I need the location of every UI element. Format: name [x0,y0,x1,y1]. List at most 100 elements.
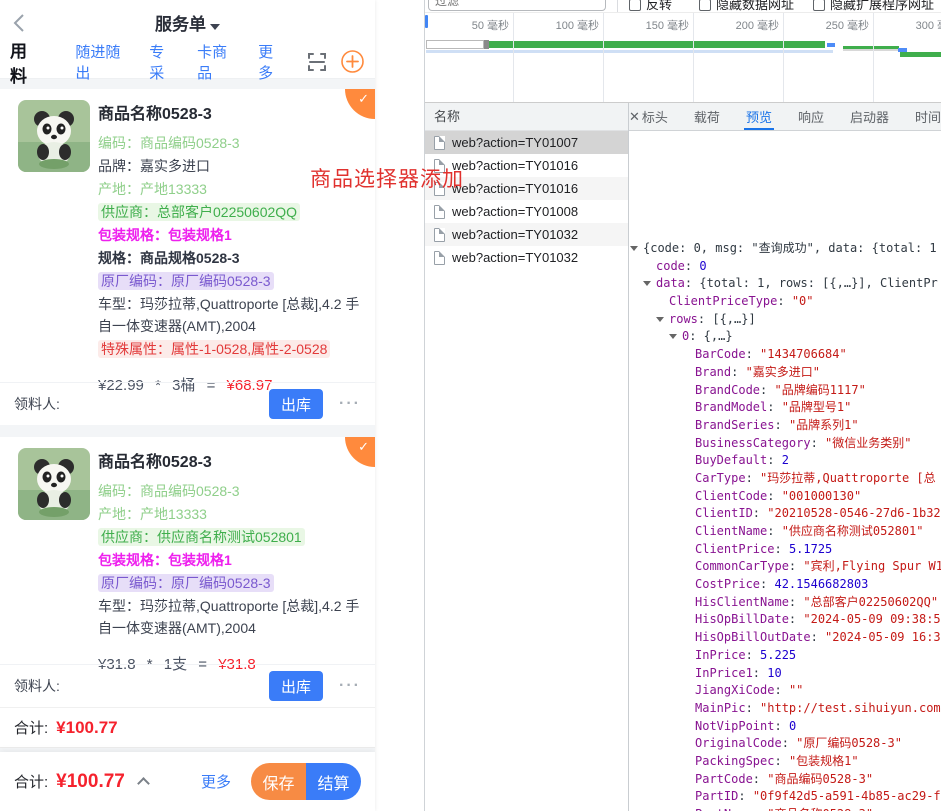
json-value: 5.1725 [789,542,832,556]
name-column-header[interactable]: 名称 [425,103,628,131]
network-request-list: 名称 web?action=TY01007web?action=TY01016w… [425,103,629,811]
json-line: CostPrice: 42.1546682803 [629,576,941,594]
subtotal-value: ¥100.77 [56,718,117,738]
request-name: web?action=TY01032 [452,227,578,242]
nav-item-material[interactable]: 用料 [10,37,39,87]
json-line: CarType: "玛莎拉蒂,Quattroporte [总 [629,470,941,488]
json-key: InPrice1 [695,666,753,680]
detail-tab-响应[interactable]: 响应 [796,103,826,130]
json-line: BarCode: "1434706684" [629,346,941,364]
toolbar-checkbox-item[interactable]: 反转 [629,0,672,13]
detail-tab-时间[interactable]: 时间 [913,103,941,130]
network-request-row[interactable]: web?action=TY01032 [425,246,628,269]
json-line: BrandSeries: "品牌系列1" [629,417,941,435]
json-key: BuyDefault [695,453,767,467]
json-value: "商品编码0528-3" [767,772,873,786]
toolbar-checkbox-item[interactable]: 隐藏数据网址 [699,0,794,13]
document-icon [434,228,445,242]
subtotal-row: 合计: ¥100.77 [0,707,375,748]
json-value: : [746,471,760,485]
json-value: : [811,630,825,644]
settle-button[interactable]: 结算 [306,763,361,800]
network-request-row[interactable]: web?action=TY01032 [425,223,628,246]
json-value: 5.225 [760,648,796,662]
json-value: : [731,365,745,379]
devtools-panel: 反转隐藏数据网址隐藏扩展程序网址 50 毫秒100 毫秒150 毫秒200 毫秒… [424,0,941,811]
filter-input[interactable] [428,0,606,11]
timeline-gridline [873,13,874,103]
json-value: "20210528-0546-27d6-1b32- [767,506,941,520]
json-value: : [782,736,796,750]
json-key: HisOpBillDate [695,612,789,626]
request-name: web?action=TY01008 [452,204,578,219]
json-value: "嘉实多进口" [746,365,820,379]
detail-tab-标头[interactable]: 标头 [640,103,670,130]
network-request-row[interactable]: web?action=TY01008 [425,200,628,223]
more-link[interactable]: 更多 [201,771,231,792]
json-value: : [774,418,788,432]
subtotal-label: 合计: [14,717,48,738]
json-value: 0 [699,259,706,273]
collapse-chevron-icon[interactable] [137,777,150,790]
outbound-button[interactable]: 出库 [269,671,323,701]
waterfall-gray-thin [843,49,899,51]
product-field: 原厂编码：原厂编码0528-3 [98,572,365,594]
json-key: ClientPrice [695,542,774,556]
json-value: : [{,…}] [698,312,756,326]
json-value: "原厂编码0528-3" [796,736,902,750]
json-line: PartID: "0f9f42d5-a591-4b85-ac29-f [629,788,941,806]
screen: 服务单 用料 随进随出 专采 卡商品 更多 [0,0,941,811]
checkbox-icon[interactable] [813,0,825,11]
json-key: CommonCarType [695,559,789,573]
disclosure-triangle-icon[interactable] [630,246,638,251]
detail-tab-载荷[interactable]: 载荷 [692,103,722,130]
product-title: 商品名称0528-3 [98,448,365,472]
more-actions-icon[interactable]: ··· [339,395,361,413]
json-line: BuyDefault: 2 [629,452,941,470]
checkbox-icon[interactable] [699,0,711,11]
json-line: InPrice: 5.225 [629,647,941,665]
disclosure-triangle-icon[interactable] [643,281,651,286]
detail-tab-预览[interactable]: 预览 [744,103,774,130]
json-value: : [767,400,781,414]
more-actions-icon[interactable]: ··· [339,677,361,695]
page-title[interactable]: 服务单 [155,15,206,34]
nav-link-2[interactable]: 卡商品 [197,41,236,83]
json-value: : [767,453,781,467]
json-line: BrandCode: "品牌编码1117" [629,382,941,400]
disclosure-triangle-icon[interactable] [656,317,664,322]
product-image[interactable] [18,100,90,172]
json-line: HisClientName: "总部客户02250602QQ" [629,594,941,612]
timeline-tick-label: 200 毫秒 [699,17,779,33]
json-value: : [753,807,767,811]
json-line: data: {total: 1, rows: [{,…}], ClientPr [629,275,941,293]
json-value: : [774,719,788,733]
json-key: PartName [695,807,753,811]
network-request-row[interactable]: web?action=TY01007 [425,131,628,154]
close-icon[interactable]: ✕ [629,103,640,130]
save-button[interactable]: 保存 [251,763,306,800]
nav-link-1[interactable]: 专采 [149,41,175,83]
detail-tab-启动器[interactable]: 启动器 [848,103,891,130]
json-line: PackingSpec: "包装规格1" [629,753,941,771]
nav-link-0[interactable]: 随进随出 [75,41,127,83]
json-line: ClientPrice: 5.1725 [629,541,941,559]
product-image[interactable] [18,448,90,520]
network-filter-toolbar: 反转 隐藏数据网址 隐藏扩展程序网址 [425,0,941,13]
product-field: 供应商：供应商名称测试052801 [98,526,365,548]
json-line: NotVipPoint: 0 [629,718,941,736]
disclosure-triangle-icon[interactable] [669,334,677,339]
title-dropdown-icon[interactable] [210,24,220,30]
scan-icon[interactable] [306,51,328,73]
toolbar-checkbox-item[interactable]: 隐藏扩展程序网址 [813,0,934,13]
total-label: 合计: [14,771,48,792]
json-value: 10 [767,666,781,680]
detail-tabbar: ✕ 标头载荷预览响应启动器时间 [629,103,941,131]
json-line: HisOpBillDate: "2024-05-09 09:38:59 [629,611,941,629]
checkbox-icon[interactable] [629,0,641,11]
nav-link-3[interactable]: 更多 [258,41,284,83]
json-key: PartCode [695,772,753,786]
add-icon[interactable] [340,49,365,74]
json-value: "微信业务类别" [825,436,911,450]
outbound-button[interactable]: 出库 [269,389,323,419]
